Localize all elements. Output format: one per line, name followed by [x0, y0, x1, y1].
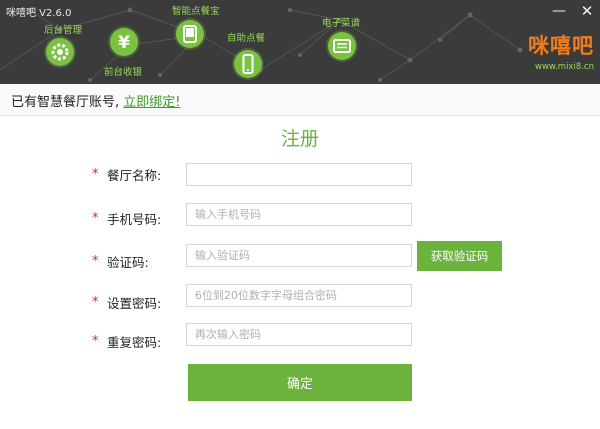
- bind-prompt-text: 已有智慧餐厅账号,: [11, 95, 120, 110]
- feature-self-ordering[interactable]: 自助点餐: [227, 33, 265, 78]
- verification-code-label: 验证码:: [107, 255, 149, 270]
- required-mark: *: [92, 334, 99, 349]
- page-title: 注册: [280, 128, 319, 150]
- feature-label: 后台管理: [44, 25, 83, 36]
- required-mark: *: [92, 254, 99, 269]
- feature-front-cashier[interactable]: ¥ 前台收银: [104, 28, 142, 78]
- feature-label: 前台收银: [104, 67, 143, 78]
- brand-url: www.mixi8.cn: [535, 62, 594, 72]
- set-password-label: 设置密码:: [107, 296, 162, 311]
- feature-label: 智能点餐宝: [172, 6, 220, 17]
- repeat-password-input[interactable]: [186, 323, 412, 346]
- feature-label: 自助点餐: [227, 33, 266, 44]
- restaurant-name-input[interactable]: [186, 163, 412, 186]
- phone-label: 手机号码:: [107, 212, 162, 227]
- feature-smart-ordering[interactable]: 智能点餐宝: [172, 6, 220, 48]
- set-password-input[interactable]: [186, 284, 412, 307]
- get-code-button[interactable]: 获取验证码: [417, 241, 502, 271]
- phone-icon: [234, 50, 262, 78]
- yen-icon: ¥: [110, 28, 138, 56]
- screen-icon: [328, 32, 356, 60]
- network-background: [0, 7, 523, 82]
- bind-prompt: 已有智慧餐厅账号, 立即绑定!: [11, 91, 181, 110]
- repeat-password-label: 重复密码:: [107, 335, 162, 350]
- restaurant-name-label: 餐厅名称:: [107, 168, 162, 183]
- required-mark: *: [92, 211, 99, 226]
- confirm-button[interactable]: 确定: [188, 364, 412, 401]
- svg-text:¥: ¥: [118, 33, 130, 53]
- required-mark: *: [92, 167, 99, 182]
- bind-now-link[interactable]: 立即绑定!: [123, 95, 180, 110]
- required-mark: *: [92, 295, 99, 310]
- close-button[interactable]: ✕: [576, 0, 598, 22]
- bind-account-bar: 已有智慧餐厅账号, 立即绑定!: [0, 84, 600, 116]
- minimize-button[interactable]: —: [548, 0, 570, 22]
- feature-backend-management[interactable]: 后台管理: [44, 25, 82, 66]
- feature-label: 电子菜谱: [322, 18, 361, 29]
- phone-input[interactable]: [186, 203, 412, 226]
- brand-logo: 咪嘻吧 www.mixi8.cn: [520, 30, 594, 72]
- verification-code-input[interactable]: [186, 244, 412, 267]
- window-title: 咪嘻吧 V2.6.0: [6, 8, 72, 19]
- feature-e-menu[interactable]: 电子菜谱: [322, 18, 360, 60]
- tablet-icon: [176, 20, 204, 48]
- gear-icon: [46, 38, 74, 66]
- brand-name: 咪嘻吧: [528, 34, 594, 58]
- app-header: 咪嘻吧 V2.6.0 — ✕ 后台管理 ¥ 前台收银 智能点餐宝 自助点餐 电子…: [0, 0, 600, 84]
